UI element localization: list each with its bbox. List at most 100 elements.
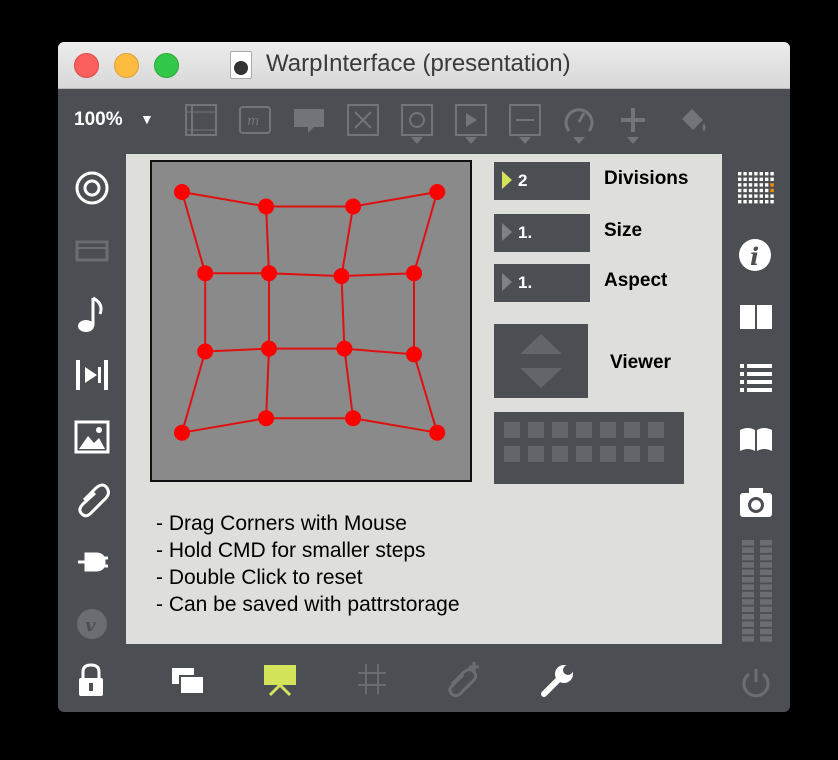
warp-handle[interactable] [197,343,214,360]
matrix-cell[interactable] [576,446,592,462]
close-box-icon[interactable] [346,103,380,137]
svg-text:m: m [247,114,259,129]
warp-handle[interactable] [197,265,214,282]
aspect-value[interactable]: 1. [518,273,532,293]
warp-line [413,191,439,274]
warp-handle[interactable] [333,268,350,285]
number-arrow-icon [502,171,512,189]
book-split-icon[interactable] [738,302,774,332]
divisions-value[interactable]: 2 [518,171,527,191]
slider-icon[interactable] [508,103,542,137]
media-icon[interactable] [74,358,110,392]
list-icon[interactable] [738,362,774,394]
app-window: WarpInterface (presentation) 100% ▼ m v … [58,42,790,712]
matrix-cell[interactable] [504,446,520,462]
camera-icon[interactable] [738,484,774,520]
warp-handle[interactable] [258,410,275,427]
warp-line [340,206,355,277]
plus-dropdown-icon[interactable] [627,137,639,144]
level-meter-icon [738,538,774,644]
warp-line [205,347,270,353]
viewer-stepper[interactable] [494,324,588,398]
toggle-dropdown-icon[interactable] [411,137,423,144]
warp-handle[interactable] [261,265,277,282]
info-icon[interactable]: i [738,238,772,272]
windows-icon[interactable] [170,666,206,696]
comment-icon[interactable] [292,103,326,137]
grid-hash-icon[interactable] [356,662,388,696]
warp-line [181,191,267,208]
matrix-cell[interactable] [648,446,664,462]
matrix-cell[interactable] [600,446,616,462]
target-icon[interactable] [74,170,110,206]
vimeo-icon[interactable]: v [76,608,108,640]
dial-icon[interactable] [562,103,596,137]
presentation-frame-icon[interactable] [184,103,218,137]
svg-text:v: v [85,615,96,636]
wrench-icon[interactable] [540,662,576,698]
warp-handle[interactable] [174,424,190,441]
close-window-button[interactable] [74,53,99,78]
warp-line [352,417,438,434]
add-attachment-icon[interactable] [446,660,482,698]
aspect-label: Aspect [604,270,668,291]
warp-handle[interactable] [406,346,422,363]
open-book-icon[interactable] [738,424,774,454]
warp-grid[interactable] [150,160,472,482]
instruction-line: - Double Click to reset [156,566,363,589]
matrix-cell[interactable] [528,422,544,438]
music-note-icon[interactable] [76,294,108,334]
warp-handle[interactable] [174,184,190,200]
presentation-icon[interactable] [262,662,298,698]
slider-dropdown-icon[interactable] [519,137,531,144]
matrix-cell[interactable] [528,446,544,462]
warp-handle[interactable] [429,184,446,200]
size-number-box[interactable]: 1. [494,214,590,252]
warp-handle[interactable] [345,410,362,427]
play-dropdown-icon[interactable] [465,137,477,144]
matrix-cell[interactable] [648,422,664,438]
toolbar: 100% ▼ m [58,89,790,149]
instructions: - Drag Corners with Mouse - Hold CMD for… [156,510,460,618]
lock-icon[interactable] [76,662,106,698]
number-arrow-icon [502,273,512,291]
divisions-label: Divisions [604,168,689,189]
dial-dropdown-icon[interactable] [573,137,585,144]
matrix-cell[interactable] [552,446,568,462]
warp-handle[interactable] [345,198,362,215]
aspect-number-box[interactable]: 1. [494,264,590,302]
warp-handle[interactable] [261,340,277,357]
image-icon[interactable] [74,420,110,454]
warp-handle[interactable] [429,424,446,441]
maximize-window-button[interactable] [154,53,179,78]
size-value[interactable]: 1. [518,223,532,243]
message-icon[interactable]: m [238,103,272,137]
minimize-window-button[interactable] [114,53,139,78]
matrix-control[interactable] [494,412,684,484]
patcher-icon[interactable] [74,236,110,266]
power-icon[interactable] [740,666,772,698]
warp-editor[interactable] [150,160,472,482]
warp-handle[interactable] [406,265,422,282]
matrix-cell[interactable] [624,422,640,438]
warp-line [340,276,346,349]
matrix-cell[interactable] [576,422,592,438]
paperclip-icon[interactable] [76,482,110,518]
zoom-level[interactable]: 100% [74,109,123,131]
matrix-cell[interactable] [552,422,568,438]
warp-line [181,417,267,434]
divisions-number-box[interactable]: 2 [494,162,590,200]
toggle-icon[interactable] [400,103,434,137]
warp-handle[interactable] [258,198,275,215]
grid-icon[interactable] [736,170,776,208]
play-icon[interactable] [454,103,488,137]
plus-icon[interactable] [616,103,650,137]
plug-icon[interactable] [74,544,110,580]
matrix-cell[interactable] [624,446,640,462]
warp-handle[interactable] [336,340,353,357]
paint-bucket-icon[interactable] [676,103,710,137]
matrix-cell[interactable] [600,422,616,438]
zoom-dropdown-icon[interactable]: ▼ [140,111,154,127]
window-title: WarpInterface (presentation) [266,50,571,77]
matrix-cell[interactable] [504,422,520,438]
